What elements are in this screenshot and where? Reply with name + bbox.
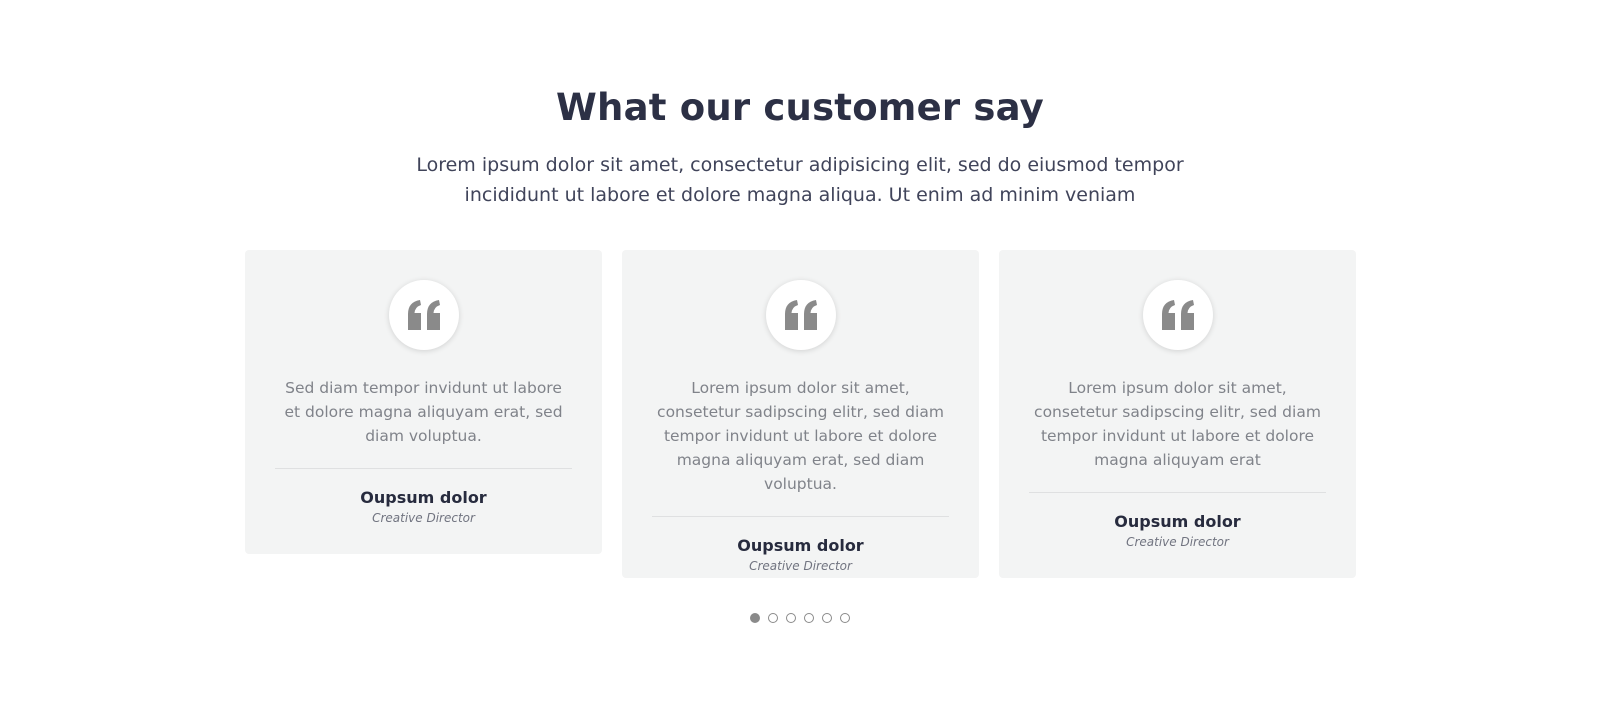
quote-icon [388,280,459,350]
testimonial-quote: Lorem ipsum dolor sit amet, consetetur s… [1034,379,1321,469]
author-role: Creative Director [749,559,852,573]
divider [1029,492,1326,493]
pagination-dot-6[interactable] [840,613,850,623]
author-role: Creative Director [1126,535,1229,549]
author-name: Oupsum dolor [1114,512,1241,531]
divider [652,516,949,517]
pagination-dot-2[interactable] [768,613,778,623]
author-name: Oupsum dolor [737,536,864,555]
section-title: What our customer say [556,86,1044,129]
author-name: Oupsum dolor [360,488,487,507]
author-role: Creative Director [372,511,475,525]
carousel-pagination [0,613,1600,623]
testimonial-card: Lorem ipsum dolor sit amet, consetetur s… [999,250,1356,578]
testimonial-card: Sed diam tempor invidunt ut labore et do… [245,250,602,554]
divider [275,468,572,469]
pagination-dot-1[interactable] [750,613,760,623]
quote-icon [1142,280,1213,350]
testimonial-quote: Lorem ipsum dolor sit amet, consetetur s… [657,379,944,493]
testimonials-section: What our customer say Lorem ipsum dolor … [0,0,1600,713]
pagination-dot-5[interactable] [822,613,832,623]
testimonial-quote: Sed diam tempor invidunt ut labore et do… [284,379,563,445]
quote-icon [765,280,836,350]
pagination-dot-4[interactable] [804,613,814,623]
testimonial-card: Lorem ipsum dolor sit amet, consetetur s… [622,250,979,578]
pagination-dot-3[interactable] [786,613,796,623]
section-subtitle: Lorem ipsum dolor sit amet, consectetur … [416,154,1184,206]
